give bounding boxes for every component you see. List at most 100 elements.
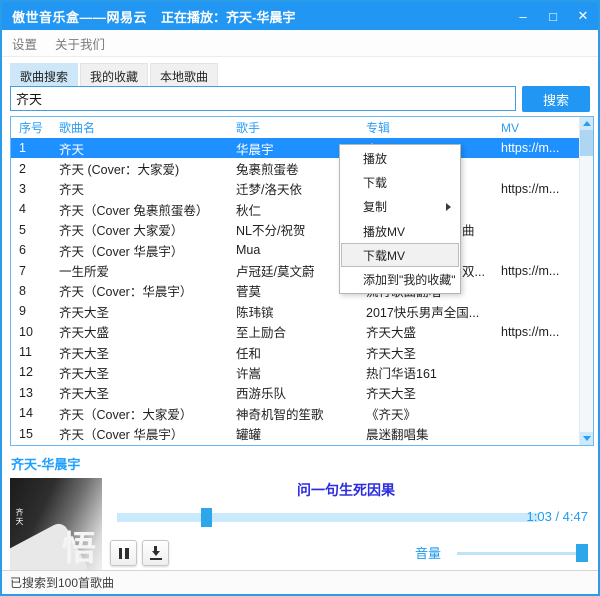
table-row[interactable]: 3 齐天 迁梦/洛天依 https://m...	[11, 179, 593, 199]
cell-album: 2017快乐男声全国...	[366, 305, 480, 320]
search-input[interactable]	[10, 86, 516, 111]
table-row[interactable]: 4 齐天（Cover 兔裹煎蛋卷） 秋仁	[11, 199, 593, 219]
search-button[interactable]: 搜索	[522, 86, 590, 112]
cell-index: 10	[19, 324, 33, 339]
progress-handle[interactable]	[200, 508, 212, 527]
lyric-line-wrap: 问一句生死因果	[102, 480, 590, 500]
album-art: 齐天 悟	[10, 478, 102, 572]
table-row[interactable]: 7 一生所爱 卢冠廷/莫文蔚 双... https://m...	[11, 260, 593, 280]
cell-mv-link: https://m...	[501, 181, 560, 196]
cell-index: 6	[19, 243, 26, 258]
cell-singer: 许嵩	[236, 366, 262, 381]
now-playing-label: 齐天-华晨宇	[11, 457, 81, 472]
cell-song-name: 齐天大盛	[59, 326, 110, 341]
window-controls: – □ ✕	[508, 2, 598, 30]
cell-mv-link: https://m...	[501, 263, 560, 278]
cell-singer: 任和	[236, 346, 262, 361]
cell-song-name: 齐天（Cover 华晨宇）	[59, 244, 184, 259]
cell-singer: 至上励合	[236, 326, 287, 341]
cell-song-name: 齐天大圣	[59, 305, 110, 320]
column-header-1: 序号	[19, 121, 44, 135]
cell-song-name: 齐天（Cover 兔裹煎蛋卷）	[59, 203, 209, 218]
cell-mv-link: https://m...	[501, 324, 560, 339]
cell-index: 8	[19, 283, 26, 298]
titlebar-now-playing: 正在播放：齐天-华晨宇	[161, 9, 296, 25]
minimize-button[interactable]: –	[508, 2, 538, 30]
column-header-4: 专辑	[366, 121, 391, 135]
scroll-up-button[interactable]	[580, 117, 593, 130]
scrollbar-track[interactable]	[580, 156, 593, 432]
lyric-line: 问一句生死因果	[297, 482, 395, 498]
pause-icon	[118, 547, 129, 559]
context-menu-item[interactable]: 播放MV	[341, 219, 459, 243]
context-menu-item[interactable]: 添加到"我的收藏"	[341, 267, 459, 291]
maximize-button[interactable]: □	[538, 2, 568, 30]
table-row[interactable]: 13 齐天大圣 西游乐队 齐天大圣	[11, 383, 593, 403]
submenu-arrow-icon	[446, 202, 451, 211]
table-row[interactable]: 5 齐天（Cover 大家爱） NL不分/祝贺曲	[11, 220, 593, 240]
cell-index: 12	[19, 365, 33, 380]
app-window: 傲世音乐盒——网易云 正在播放：齐天-华晨宇 – □ ✕ 设置 关于我们 歌曲搜索 我的…	[0, 0, 600, 596]
status-text: 已搜索到100首歌曲	[10, 576, 115, 590]
table-row[interactable]: 10 齐天大盛 至上励合 齐天大盛 https://m...	[11, 322, 593, 342]
cell-song-name: 齐天大圣	[59, 366, 110, 381]
volume-slider[interactable]	[457, 544, 588, 562]
table-row[interactable]: 11 齐天大圣 任和 齐天大圣	[11, 342, 593, 362]
cell-index: 7	[19, 263, 26, 278]
column-header-3: 歌手	[236, 121, 261, 135]
menubar-item-2[interactable]: 关于我们	[47, 34, 113, 53]
cell-index: 1	[19, 141, 26, 156]
volume-label: 音量	[415, 546, 442, 561]
scroll-down-button[interactable]	[580, 432, 593, 445]
table-row[interactable]: 8齐天（Cover：华晨宇）菅莫流行歌曲翻唱	[11, 281, 593, 301]
pause-button[interactable]	[110, 540, 137, 566]
context-menu-item[interactable]: 播放	[341, 146, 459, 170]
table-scrollbar[interactable]	[579, 117, 593, 445]
cell-song-name: 齐天（Cover：华晨宇）	[59, 285, 193, 300]
table-row[interactable]: 6 齐天（Cover 华晨宇） Mua	[11, 240, 593, 260]
cell-index: 4	[19, 202, 26, 217]
cell-singer: 陈玮镔	[236, 305, 274, 320]
scrollbar-thumb[interactable]	[580, 130, 593, 156]
cell-index: 2	[19, 161, 26, 176]
song-table: 序号歌曲名歌手专辑MV 1齐天华晨宇齐天https://m...2齐天 (Cov…	[10, 116, 594, 446]
cell-singer: 神奇机智的笙歌	[236, 407, 324, 422]
menu-bar: 设置 关于我们	[2, 30, 598, 57]
cell-index: 13	[19, 385, 33, 400]
cell-song-name: 齐天	[59, 142, 85, 157]
album-art-calligraphy: 悟	[62, 531, 96, 568]
cell-song-name: 齐天（Cover 华晨宇）	[59, 428, 184, 443]
cell-album: 晨迷翻唱集	[366, 428, 429, 443]
cell-album: 《齐天》	[366, 407, 417, 422]
status-bar: 已搜索到100首歌曲	[2, 570, 598, 594]
table-row[interactable]: 12 齐天大圣 许嵩 热门华语161	[11, 362, 593, 382]
cell-album: 齐天大圣	[366, 387, 417, 402]
table-row[interactable]: 9 齐天大圣 陈玮镔 2017快乐男声全国...	[11, 301, 593, 321]
cell-song-name: 齐天（Cover 大家爱）	[59, 224, 184, 239]
cell-index: 14	[19, 406, 33, 421]
context-menu-item[interactable]: 下载	[341, 170, 459, 194]
cell-index: 15	[19, 426, 33, 441]
table-body: 1齐天华晨宇齐天https://m...2齐天 (Cover：大家爱)兔裹煎蛋卷…	[11, 138, 593, 444]
cell-album: 齐天大圣	[366, 346, 417, 361]
download-icon	[149, 546, 162, 560]
context-menu-item[interactable]: 复制	[341, 195, 459, 219]
column-header-5: MV	[501, 120, 519, 135]
arrow-up-icon	[582, 121, 591, 126]
cell-song-name: 齐天	[59, 183, 85, 198]
menubar-item-1[interactable]: 设置	[4, 34, 45, 53]
cell-song-name: 齐天（Cover：大家爱）	[59, 407, 193, 422]
close-button[interactable]: ✕	[568, 2, 598, 30]
cell-song-name: 齐天 (Cover：大家爱)	[59, 163, 180, 178]
table-row[interactable]: 14 齐天（Cover：大家爱） 神奇机智的笙歌 《齐天》	[11, 403, 593, 423]
volume-handle[interactable]	[576, 544, 588, 562]
context-menu: 播放 下载 复制 播放MV 下载MV 添加到"我的收藏"	[339, 144, 461, 294]
download-button[interactable]	[142, 540, 169, 566]
progress-bar[interactable]	[117, 508, 539, 527]
cell-singer: 罐罐	[236, 428, 262, 443]
cell-song-name: 齐天大圣	[59, 346, 110, 361]
table-row[interactable]: 2 齐天 (Cover：大家爱) 兔裹煎蛋卷	[11, 158, 593, 178]
table-row[interactable]: 1齐天华晨宇齐天https://m...	[11, 138, 593, 159]
table-row[interactable]: 15 齐天（Cover 华晨宇） 罐罐 晨迷翻唱集	[11, 423, 593, 443]
context-menu-item[interactable]: 下载MV	[341, 243, 459, 268]
